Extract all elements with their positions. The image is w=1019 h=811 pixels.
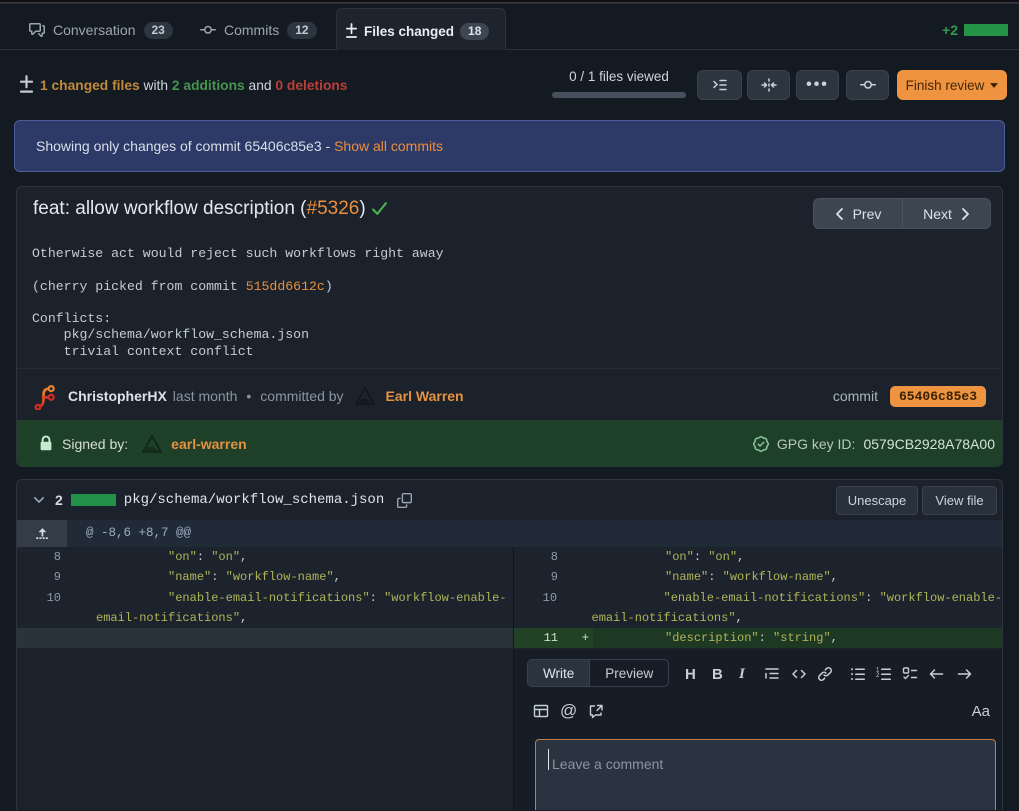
svg-text:2: 2 — [876, 673, 880, 679]
